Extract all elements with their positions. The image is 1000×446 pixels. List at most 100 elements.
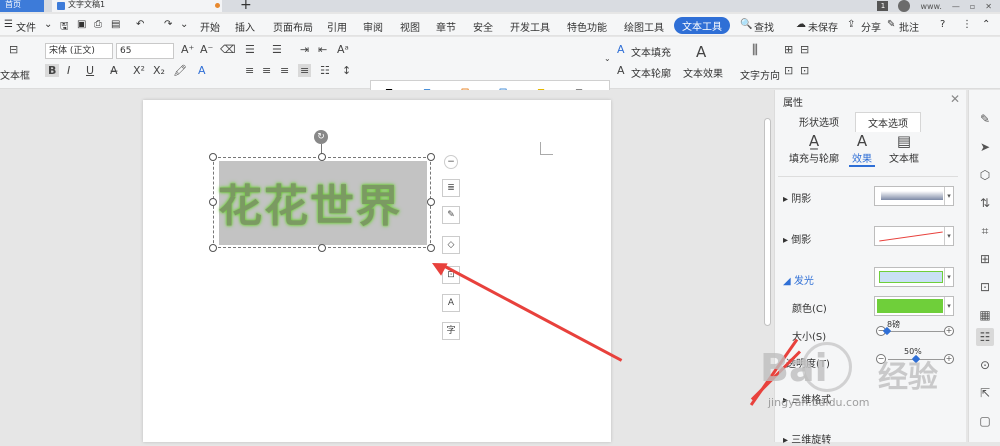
subscript-icon[interactable]: X₂ [153,64,165,77]
collapse-icon[interactable]: ⌃ [982,19,990,30]
image-icon[interactable]: ⊙ [976,356,994,374]
menu-icon[interactable]: ☰ [4,19,13,30]
glow-color-select[interactable]: ▾ [874,296,954,316]
superscript-icon[interactable]: X² [133,64,145,77]
align-justify-icon[interactable]: ≡ [298,64,312,77]
text-size-icon[interactable]: Aᵃ [337,43,349,56]
outdent-icon[interactable]: ⇤ [318,43,327,56]
save-icon[interactable]: 🖫 [60,19,69,36]
three-d-rotate-section[interactable]: ▸ 三维旋转 [783,431,831,446]
unlink-textbox-icon[interactable]: ⊟ [800,43,809,56]
ruler-icon[interactable]: ▦ [976,306,994,324]
reflection-section[interactable]: ▸ 倒影 [783,231,811,246]
close-icon[interactable]: ✕ [985,2,992,11]
clear-format-icon[interactable]: ⌫ [220,43,236,56]
text-direction-icon[interactable]: ⫼ [752,43,758,58]
menu-text-tools[interactable]: 文本工具 [674,17,730,34]
resize-handle-top-left[interactable] [209,153,217,161]
subtab-effect[interactable]: A 效果 [849,132,875,167]
unsaved-status[interactable]: 未保存 [808,19,838,34]
menu-reference[interactable]: 引用 [327,19,347,34]
layout-options-button[interactable]: ≣ [442,179,460,197]
text-direction-button[interactable]: 文字方向 [740,67,780,82]
reflection-preset-select[interactable]: ▾ [874,226,954,246]
align-left-icon[interactable]: ≡ [245,64,254,77]
restore-icon[interactable]: ▫ [970,2,975,11]
more-menu-icon[interactable]: ⋮ [962,19,972,30]
scroll-thumb[interactable] [764,118,771,326]
menu-start[interactable]: 开始 [200,19,220,34]
font-color-icon[interactable]: A [198,64,206,77]
number-list-icon[interactable]: ☰ [272,43,282,56]
text-box[interactable]: 花花世界 [213,157,431,248]
close-icon[interactable]: ✕ [950,92,960,106]
resize-handle-bottom-right[interactable] [427,244,435,252]
undo-icon[interactable]: ↶ [136,19,144,30]
export-icon[interactable]: ⇱ [976,384,994,402]
align-right-icon[interactable]: ≡ [280,64,289,77]
text-effect-icon[interactable]: A [696,43,706,61]
collapse-float-button[interactable]: − [444,155,458,169]
font-size-select[interactable]: 65 [116,43,174,59]
resize-handle-bottom[interactable] [318,244,326,252]
three-d-format-section[interactable]: ▸ 三维格式 [783,391,831,406]
menu-insert[interactable]: 插入 [235,19,255,34]
distribute-icon[interactable]: ☷ [320,64,330,77]
print-icon[interactable]: ⎙ [94,19,102,30]
tab-text-options[interactable]: 文本选项 [855,112,921,132]
edit-icon[interactable]: ✎ [976,110,994,128]
subtab-fill-outline[interactable]: A̲ 填充与轮廓 [785,132,843,165]
more-icon[interactable]: ⌄ [180,19,188,30]
indent-icon[interactable]: ⇥ [300,43,309,56]
textbox-prev-icon[interactable]: ⊡ [784,64,793,77]
shadow-section[interactable]: ▸ 阴影 [783,190,811,205]
box-icon[interactable]: ▢ [976,412,994,430]
comment-button[interactable]: 批注 [899,19,919,34]
glow-preset-select[interactable]: ▾ [874,267,954,287]
text-outline-button[interactable]: 文本轮廓 [631,65,671,80]
crop-icon[interactable]: ⌗ [976,222,994,240]
tab-document[interactable]: 文字文稿1 [52,0,222,12]
text-box-content[interactable]: 花花世界 [218,170,402,234]
highlight-icon[interactable]: 🖍 [173,64,187,77]
menu-drawing-tools[interactable]: 绘图工具 [624,19,664,34]
share-button[interactable]: 分享 [861,19,881,34]
strikethrough-icon[interactable]: A̶ [110,64,118,77]
select-cursor-icon[interactable]: ➤ [976,138,994,156]
chevron-down-icon[interactable]: ⌄ [44,19,52,30]
text-fill-icon[interactable]: A [617,43,625,56]
menu-developer[interactable]: 开发工具 [510,19,550,34]
size-slider[interactable] [888,331,944,332]
text-outline-icon[interactable]: A [617,64,625,77]
line-spacing-icon[interactable]: ↕ [342,64,351,77]
tab-shape-options[interactable]: 形状选项 [799,114,839,129]
user-name[interactable]: www. [920,2,941,11]
textbox-next-icon[interactable]: ⊡ [800,64,809,77]
tab-home[interactable]: 首页 [0,0,44,12]
resize-handle-left[interactable] [209,198,217,206]
character-button[interactable]: 字 [442,322,460,340]
shapes-icon[interactable]: ⬡ [976,166,994,184]
font-shrink-icon[interactable]: A⁻ [200,43,213,56]
glow-section[interactable]: ◢ 发光 [783,272,814,287]
text-box-style-button[interactable]: A [442,294,460,312]
menu-view[interactable]: 视图 [400,19,420,34]
help-icon[interactable]: ? [940,19,945,30]
resize-handle-bottom-left[interactable] [209,244,217,252]
menu-file[interactable]: 文件 [16,19,36,34]
italic-button[interactable]: I [67,64,70,77]
search-icon[interactable]: 🔍 [740,19,752,30]
text-effect-button[interactable]: 文本效果 [683,65,723,80]
underline-button[interactable]: U [86,64,94,77]
font-name-select[interactable]: 宋体 (正文) [45,43,113,59]
font-grow-icon[interactable]: A⁺ [181,43,194,56]
table-icon[interactable]: ⊞ [976,250,994,268]
rotate-handle-icon[interactable]: ↻ [314,130,328,144]
vertical-scrollbar[interactable] [763,100,772,442]
subtab-textbox[interactable]: ▤ 文本框 [887,132,921,165]
text-fill-button[interactable]: 文本填充 [631,44,671,59]
properties-icon[interactable]: ☷ [976,328,994,346]
menu-chapter[interactable]: 章节 [436,19,456,34]
resize-handle-right[interactable] [427,198,435,206]
new-tab-button[interactable]: + [240,0,252,13]
